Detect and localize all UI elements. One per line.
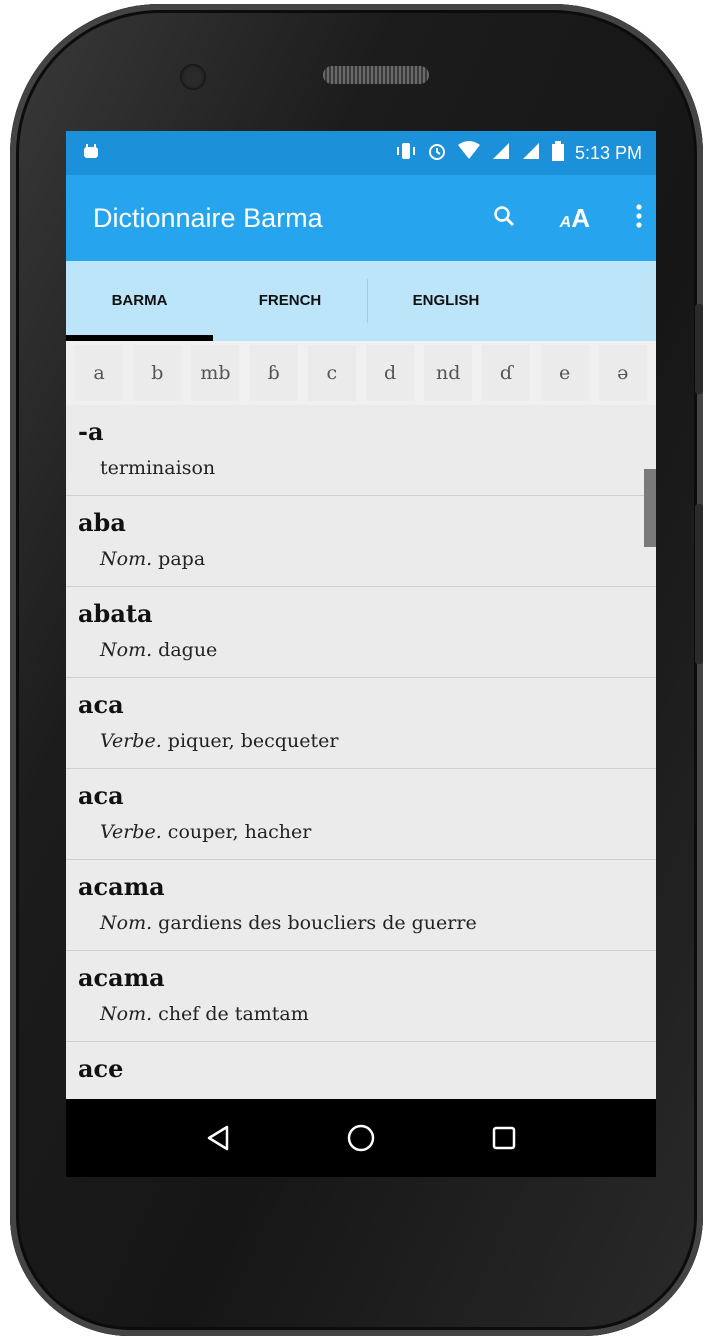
scrollbar[interactable] [644, 469, 656, 547]
status-time: 5:13 PM [574, 142, 642, 163]
part-of-speech: Verbe. [100, 730, 162, 752]
gloss-text: chef de tamtam [158, 1003, 309, 1025]
gloss-text: gardiens des boucliers de guerre [158, 912, 477, 934]
gloss: Nom. chef de tamtam [78, 1001, 644, 1027]
headword: acama [78, 963, 165, 992]
search-icon[interactable] [492, 204, 516, 233]
headword: aca [78, 781, 124, 810]
app-bar: Dictionnaire Barma AA [66, 175, 656, 261]
letter-e[interactable]: e [540, 345, 589, 401]
app-title: Dictionnaire Barma [93, 202, 323, 233]
gloss-text: couper, hacher [167, 821, 312, 843]
headword: ace [78, 1054, 124, 1083]
language-tabs: BARMA FRENCH ENGLISH [66, 261, 656, 341]
letter-implosive-b[interactable]: ɓ [249, 345, 298, 401]
list-item[interactable]: -a terminaison [66, 405, 656, 496]
gloss: Nom. gardiens des boucliers de guerre [78, 910, 644, 936]
part-of-speech: Nom. [100, 548, 153, 570]
volume-button [695, 304, 703, 394]
alphabet-strip: a b mb ɓ c d nd ɗ e ə [66, 341, 656, 405]
wifi-icon [457, 140, 481, 166]
part-of-speech: Nom. [100, 1003, 153, 1025]
home-icon[interactable] [341, 1118, 381, 1158]
gloss-text: dague [158, 639, 218, 661]
letter-b[interactable]: b [133, 345, 182, 401]
entry-list[interactable]: -a terminaison aba Nom. papa abata Nom. … [66, 405, 656, 1103]
gloss-text: terminaison [100, 457, 216, 479]
gloss-text: piquer, becqueter [167, 730, 339, 752]
font-size-icon[interactable]: AA [560, 203, 590, 234]
letter-c[interactable]: c [307, 345, 356, 401]
letter-nd[interactable]: nd [424, 345, 473, 401]
tab-english[interactable]: ENGLISH [368, 261, 524, 339]
recents-icon[interactable] [484, 1118, 524, 1158]
tab-barma[interactable]: BARMA [66, 261, 213, 339]
headword: aba [78, 508, 126, 537]
headword: abata [78, 599, 153, 628]
headword: aca [78, 690, 124, 719]
letter-schwa[interactable]: ə [598, 345, 647, 401]
gloss: Verbe. piquer, becqueter [78, 728, 644, 754]
battery-icon [551, 140, 565, 166]
navigation-bar [66, 1099, 656, 1177]
signal-icon [521, 141, 541, 166]
alarm-icon [427, 141, 447, 166]
list-item[interactable]: aba Nom. papa [66, 496, 656, 587]
list-item[interactable]: aca Verbe. couper, hacher [66, 769, 656, 860]
power-button [695, 504, 703, 664]
earpiece-speaker [323, 66, 429, 84]
signal-icon [491, 141, 511, 166]
overflow-menu-icon[interactable] [634, 203, 644, 234]
gloss: Verbe. couper, hacher [78, 819, 644, 845]
list-item[interactable]: ace [66, 1042, 656, 1103]
vibrate-icon [395, 141, 417, 166]
android-notification-icon [82, 142, 100, 165]
front-camera [180, 64, 206, 90]
screen: 5:13 PM Dictionnaire Barma AA BARMA FREN… [66, 131, 656, 1177]
letter-a[interactable]: a [75, 345, 124, 401]
gloss: Nom. papa [78, 546, 644, 572]
list-item[interactable]: acama Nom. chef de tamtam [66, 951, 656, 1042]
headword: -a [78, 417, 104, 446]
list-item[interactable]: abata Nom. dague [66, 587, 656, 678]
tab-french[interactable]: FRENCH [213, 261, 367, 339]
back-icon[interactable] [198, 1118, 238, 1158]
gloss-text: papa [158, 548, 206, 570]
headword: acama [78, 872, 165, 901]
letter-mb[interactable]: mb [191, 345, 240, 401]
list-item[interactable]: aca Verbe. piquer, becqueter [66, 678, 656, 769]
status-bar: 5:13 PM [66, 131, 656, 175]
gloss: terminaison [78, 455, 644, 481]
part-of-speech: Nom. [100, 912, 153, 934]
gloss: Nom. dague [78, 637, 644, 663]
part-of-speech: Verbe. [100, 821, 162, 843]
tab-indicator [66, 335, 213, 341]
list-item[interactable]: acama Nom. gardiens des boucliers de gue… [66, 860, 656, 951]
letter-implosive-d[interactable]: ɗ [482, 345, 531, 401]
letter-d[interactable]: d [366, 345, 415, 401]
part-of-speech: Nom. [100, 639, 153, 661]
